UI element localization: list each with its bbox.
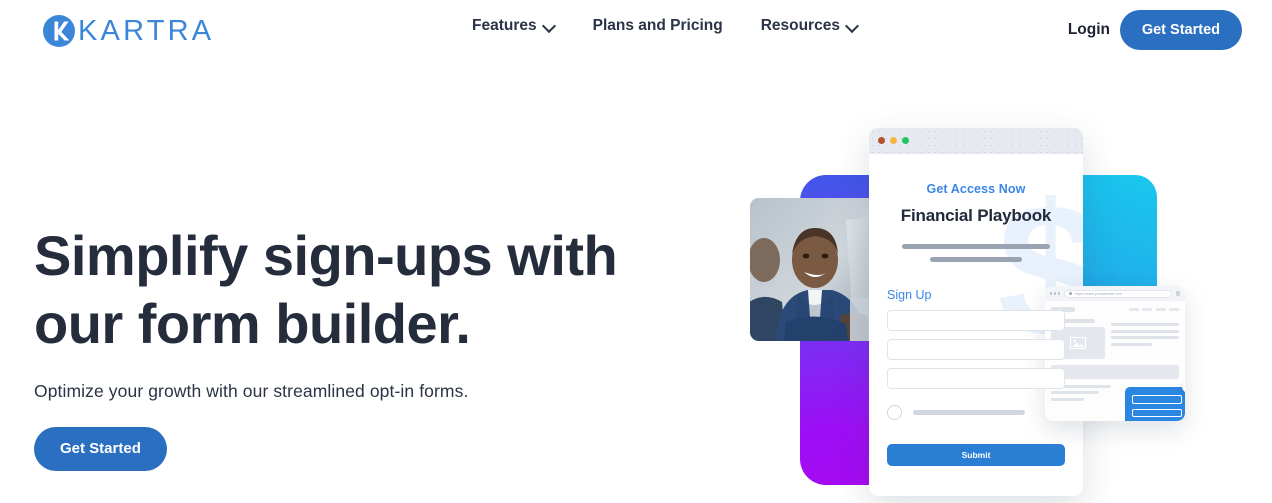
mini-nav-link (1128, 307, 1139, 312)
placeholder-text-line (902, 244, 1050, 249)
login-link[interactable]: Login (1068, 21, 1110, 39)
mini-nav-link (1155, 307, 1166, 312)
mini-content-band (1051, 365, 1179, 379)
logo-wordmark: KARTRA (78, 14, 215, 47)
placeholder-text-line (930, 257, 1022, 262)
mini-nav-links (1128, 307, 1179, 312)
mini-text-line (1111, 336, 1179, 340)
consent-placeholder-text (913, 410, 1025, 415)
form-input-3[interactable] (887, 368, 1065, 389)
menu-icon[interactable] (1176, 291, 1180, 296)
nav-item-plans-and-pricing[interactable]: Plans and Pricing (593, 18, 723, 34)
form-preview-card: $ Get Access Now Financial Playbook Sign… (869, 128, 1083, 496)
form-card-body: $ Get Access Now Financial Playbook Sign… (869, 176, 1083, 496)
form-input-2[interactable] (887, 339, 1065, 360)
kartra-logo[interactable]: KARTRA (42, 13, 214, 49)
form-eyebrow: Get Access Now (926, 182, 1026, 196)
mini-nav-link (1169, 307, 1179, 312)
hero-title-line-1: Simplify sign-ups with (34, 224, 618, 287)
form-input-1[interactable] (887, 310, 1065, 331)
hero-copy: Simplify sign-ups with our form builder.… (34, 222, 654, 471)
form-submit-button[interactable]: Submit (887, 444, 1065, 466)
hero-illustration: $ Get Access Now Financial Playbook Sign… (735, 110, 1215, 503)
popup-input-1[interactable] (1132, 395, 1182, 404)
optin-popup-overlay: × (1125, 380, 1185, 421)
mini-text-line (1111, 342, 1152, 346)
close-icon[interactable]: × (1182, 380, 1185, 393)
mini-url-bar[interactable]: https://www.yourwebsite.com (1064, 289, 1172, 298)
nav-item-label: Features (472, 17, 537, 34)
mini-url-text: https://www.yourwebsite.com (1075, 291, 1122, 296)
nav-item-resources[interactable]: Resources (761, 18, 858, 34)
site-header: KARTRA Features Plans and Pricing Resour… (0, 0, 1272, 60)
landing-page: KARTRA Features Plans and Pricing Resour… (0, 0, 1272, 503)
chevron-down-icon (544, 20, 555, 31)
chevron-down-icon (847, 20, 858, 31)
mini-browser-mockup: https://www.yourwebsite.com (1045, 286, 1185, 421)
primary-nav: Features Plans and Pricing Resources (472, 18, 858, 34)
form-title: Financial Playbook (900, 206, 1052, 225)
mini-browser-toolbar: https://www.yourwebsite.com (1045, 286, 1185, 301)
nav-item-features[interactable]: Features (472, 18, 555, 34)
nav-item-label: Plans and Pricing (592, 17, 723, 34)
consent-row (887, 405, 1065, 420)
minimize-dot-icon (890, 137, 897, 144)
browser-title-bar (869, 128, 1083, 154)
hero-get-started-button[interactable]: Get Started (34, 426, 167, 471)
mini-text-line (1111, 329, 1179, 333)
consent-checkbox[interactable] (887, 405, 902, 420)
close-dot-icon (878, 137, 885, 144)
smiling-man-with-laptop-photo (750, 198, 878, 341)
mini-site-nav (1051, 307, 1179, 312)
header-get-started-button[interactable]: Get Started (1119, 10, 1242, 50)
mini-nav-link (1142, 307, 1152, 312)
kartra-k-circle-logo (42, 14, 76, 48)
popup-input-2[interactable] (1132, 408, 1182, 418)
hero-title-line-2: our form builder. (34, 292, 471, 356)
hero-subtitle: Optimize your growth with our streamline… (34, 380, 469, 401)
maximize-dot-icon (902, 137, 909, 144)
mini-text-line (1111, 323, 1179, 326)
signup-section-label: Sign Up (887, 288, 932, 302)
window-traffic-lights (878, 137, 909, 144)
page-title: Simplify sign-ups with our form builder. (34, 222, 654, 359)
nav-item-label: Resources (760, 17, 840, 34)
lock-icon (1069, 292, 1073, 295)
